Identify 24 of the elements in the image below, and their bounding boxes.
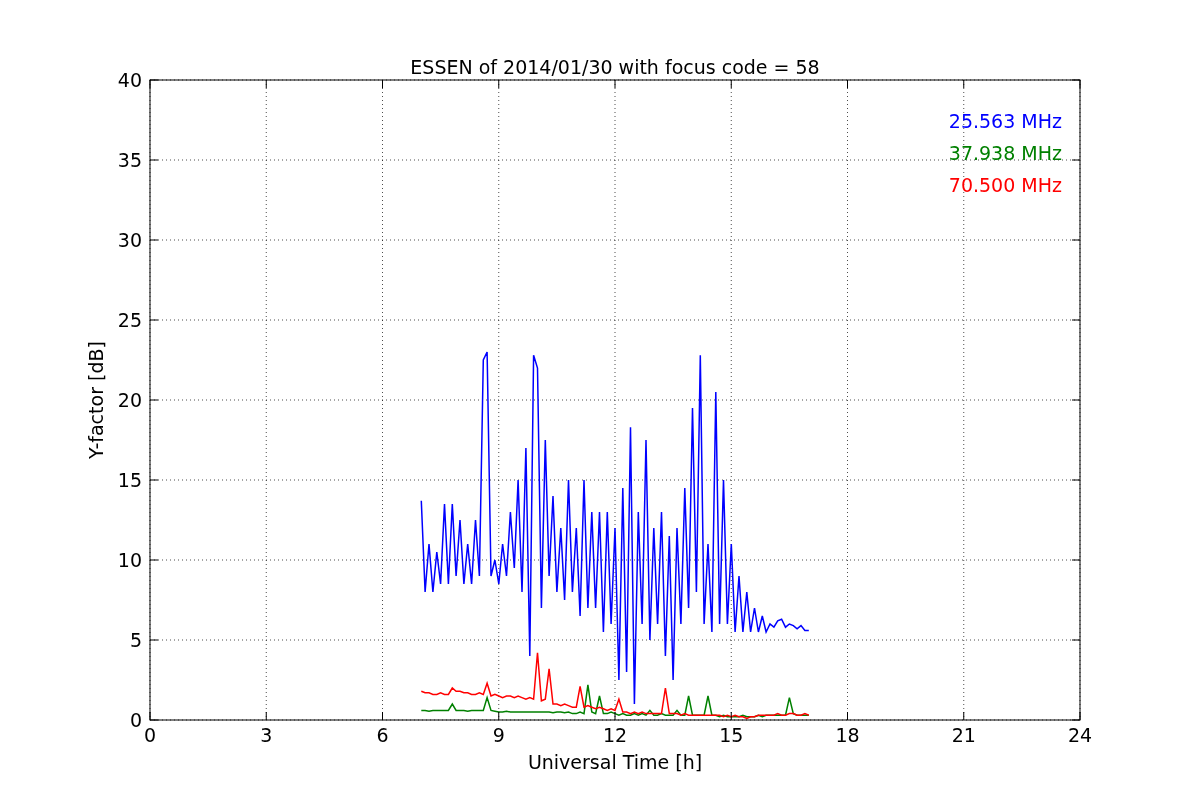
tick-label: 0 bbox=[129, 709, 142, 731]
tick-label: 9 bbox=[492, 724, 505, 746]
tick-label: 35 bbox=[117, 149, 142, 171]
axis-label: Universal Time [h] bbox=[527, 751, 703, 773]
tick-label: 40 bbox=[117, 69, 142, 91]
tick-label: 21 bbox=[951, 724, 976, 746]
tick-label: 18 bbox=[835, 724, 860, 746]
tick-label: 0 bbox=[143, 724, 157, 746]
tick-label: 30 bbox=[117, 229, 142, 251]
legend-label: 25.563 MHz bbox=[948, 110, 1062, 132]
tick-label: 25 bbox=[117, 309, 142, 331]
legend-label: 70.500 MHz bbox=[948, 174, 1062, 196]
tick-label: 3 bbox=[260, 724, 273, 746]
legend-label: 37.938 MHz bbox=[948, 142, 1062, 164]
tick-label: 5 bbox=[129, 629, 142, 651]
tick-label: 24 bbox=[1067, 724, 1093, 746]
tick-label: 12 bbox=[602, 724, 628, 746]
tick-label: 15 bbox=[117, 469, 142, 491]
tick-label: 6 bbox=[376, 724, 389, 746]
chart-title: ESSEN of 2014/01/30 with focus code = 58 bbox=[410, 56, 820, 78]
tick-label: 10 bbox=[117, 549, 142, 571]
tick-label: 15 bbox=[719, 724, 744, 746]
axis-label: Y-factor [dB] bbox=[85, 341, 107, 459]
tick-label: 20 bbox=[117, 389, 142, 411]
